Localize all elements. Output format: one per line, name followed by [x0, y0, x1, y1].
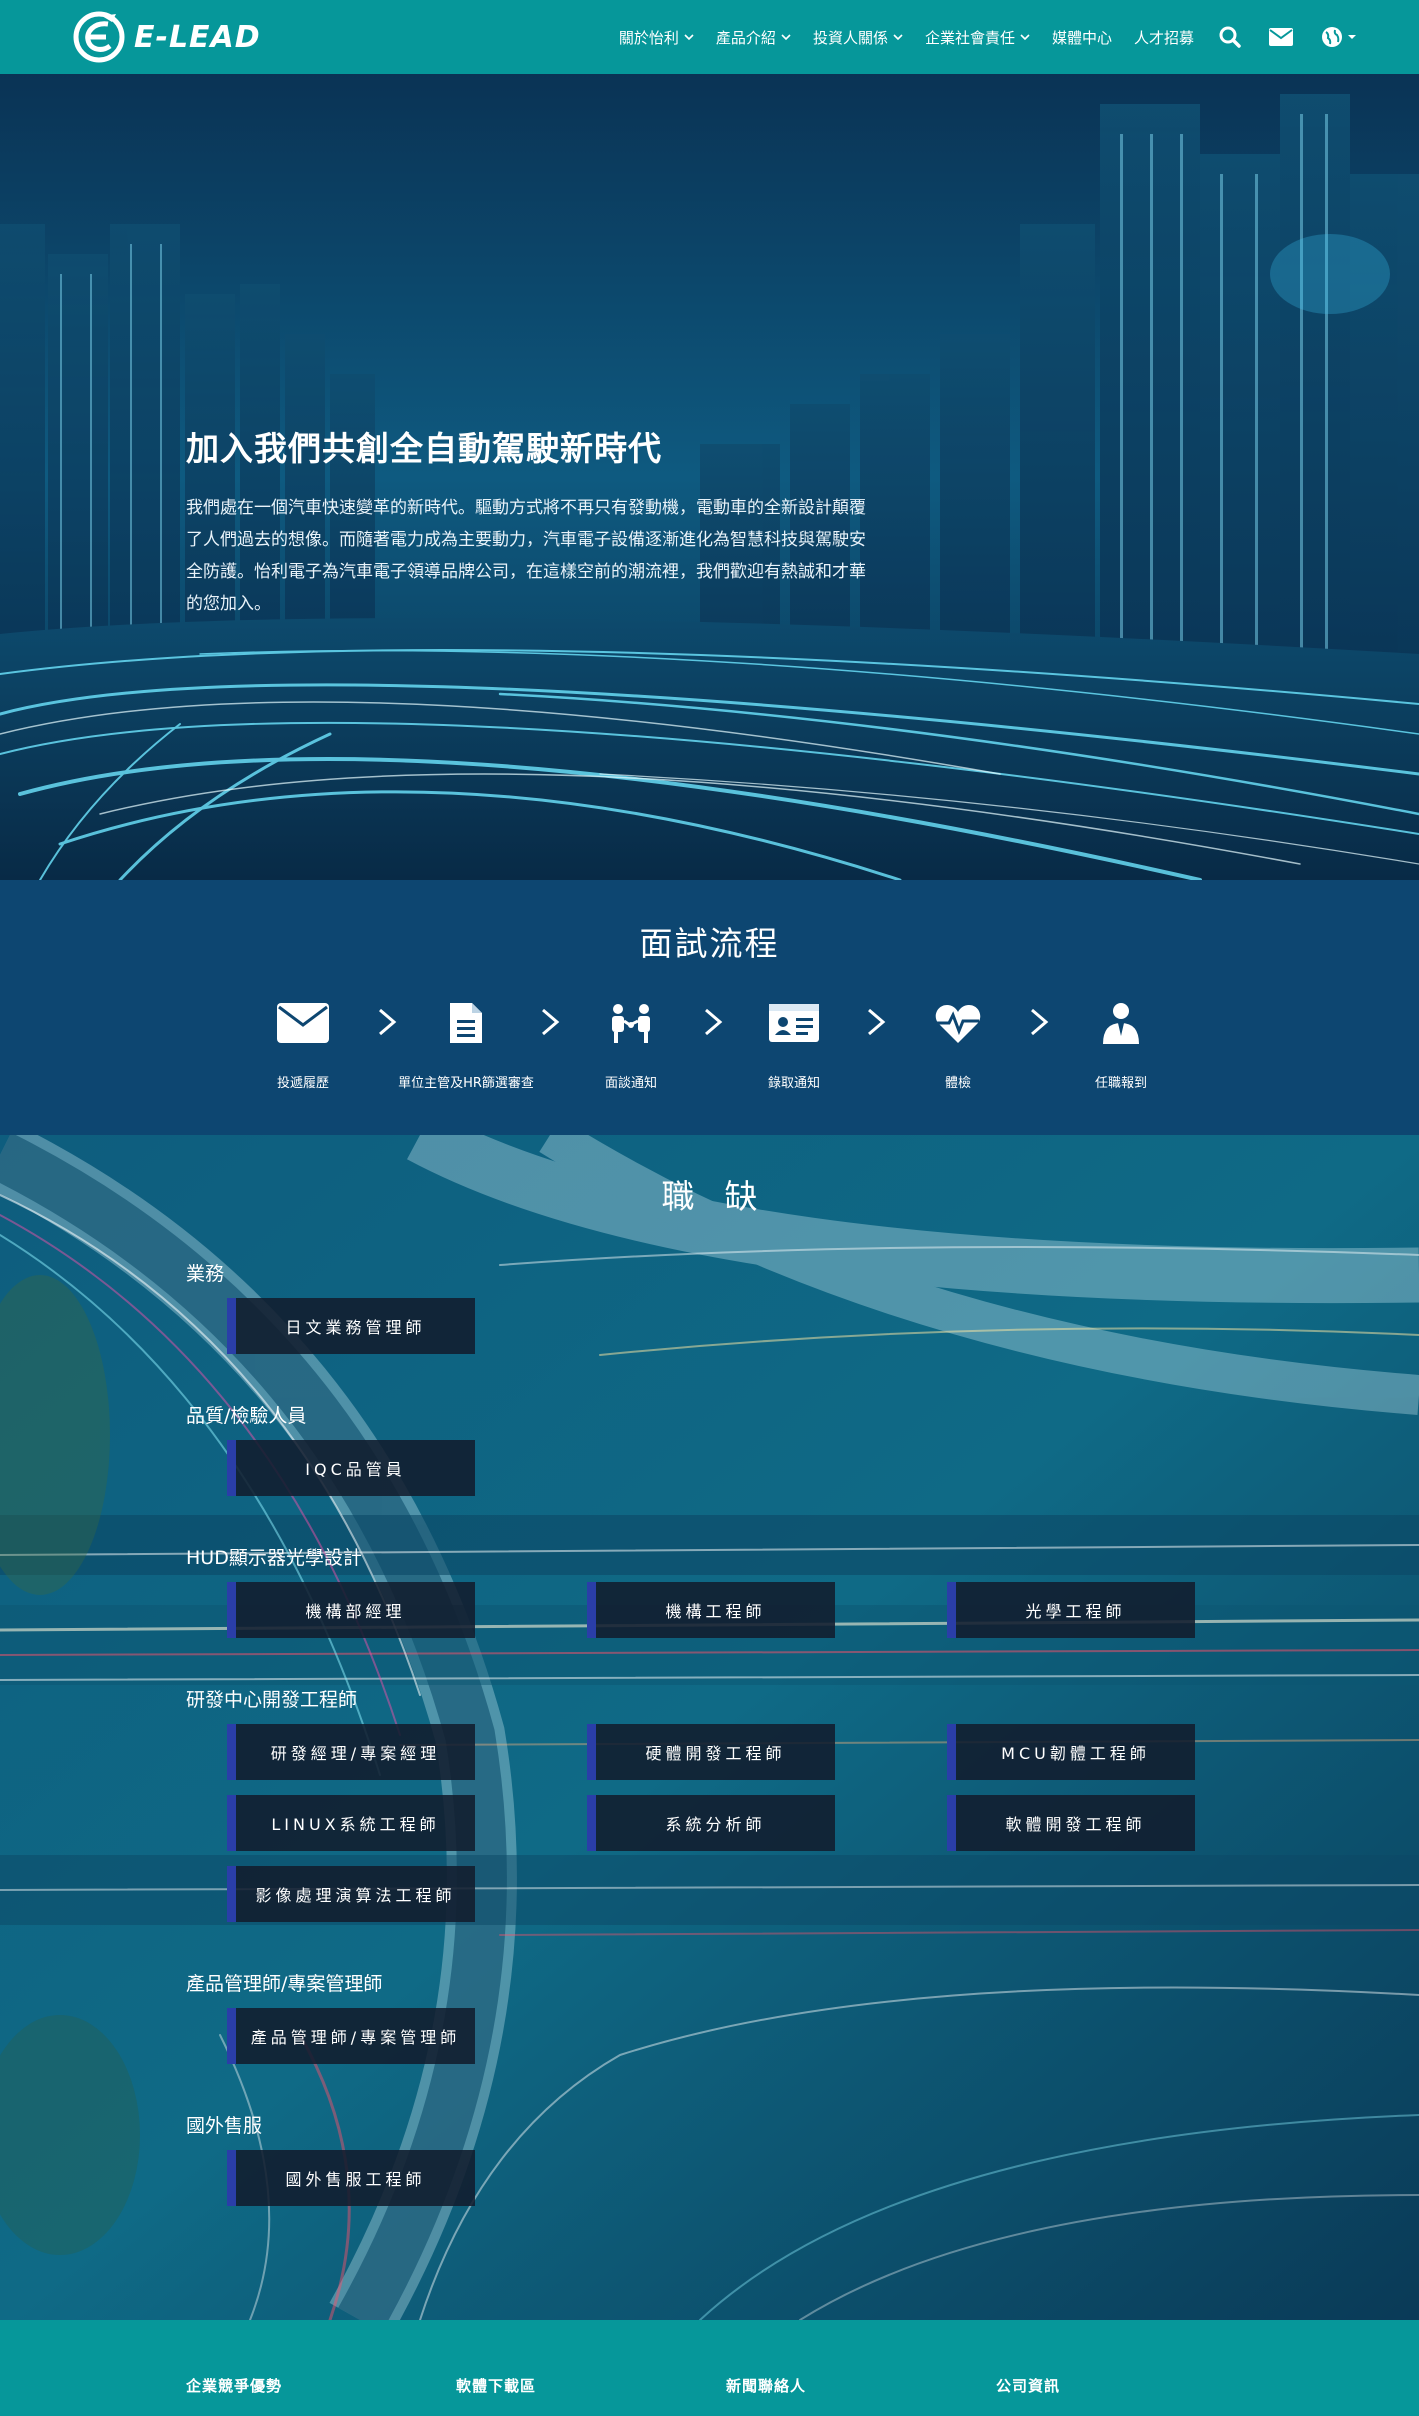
job-button[interactable]: 產品管理師/專案管理師: [227, 2008, 475, 2064]
menu-item-label: 人才招募: [1133, 28, 1194, 47]
section-title: 職缺: [661, 1177, 788, 1216]
employee-icon: [1103, 1003, 1139, 1044]
job-button[interactable]: 系統分析師: [587, 1795, 835, 1851]
job-button[interactable]: 機構部經理: [227, 1582, 475, 1638]
mail-button[interactable]: [1255, 27, 1307, 47]
menu-item-careers[interactable]: 人才招募: [1123, 27, 1205, 48]
logo-text: E-LEAD: [134, 19, 261, 55]
chevron-down-icon: [684, 34, 694, 41]
heartbeat-icon: [935, 1005, 981, 1043]
section-title: 面試流程: [639, 924, 780, 963]
main-menu: 關於怡利 產品介紹 投資人關係 企業社會責任 媒體中心 人才招募: [608, 0, 1371, 74]
job-button[interactable]: 硬體開發工程師: [587, 1724, 835, 1780]
search-icon: [1219, 26, 1241, 48]
menu-item-media[interactable]: 媒體中心: [1041, 27, 1123, 48]
job-category: 品質/檢驗人員: [186, 1405, 307, 1427]
interview-icon: [612, 1004, 650, 1043]
logo-icon: [73, 11, 125, 63]
mail-icon: [1269, 28, 1293, 46]
job-button[interactable]: 研發經理/專案經理: [227, 1724, 475, 1780]
menu-item-label: 產品介紹: [715, 28, 776, 47]
city-highway-image: [0, 74, 1419, 880]
job-button[interactable]: IQC品管員: [227, 1440, 475, 1496]
hero-description: 我們處在一個汽車快速變革的新時代。驅動方式將不再只有發動機，電動車的全新設計顛覆…: [186, 498, 866, 614]
menu-item-investors[interactable]: 投資人關係: [802, 27, 914, 48]
document-icon: [450, 1003, 482, 1043]
hero-title: 加入我們共創全自動駕駛新時代: [186, 429, 662, 468]
process-step: 任職報到: [1021, 998, 1221, 1091]
top-navigation: E-LEAD 關於怡利 產品介紹 投資人關係 企業社會責任 媒體中心 人才招募: [0, 0, 1419, 74]
globe-icon: [1322, 27, 1342, 47]
job-button[interactable]: 影像處理演算法工程師: [227, 1866, 475, 1922]
job-button[interactable]: 國外售服工程師: [227, 2150, 475, 2206]
job-category: 產品管理師/專案管理師: [186, 1973, 383, 1995]
menu-item-products[interactable]: 產品介紹: [705, 27, 802, 48]
menu-item-label: 投資人關係: [812, 28, 888, 47]
menu-item-about[interactable]: 關於怡利: [608, 27, 705, 48]
logo[interactable]: E-LEAD: [72, 11, 261, 63]
footer-link-press-contact[interactable]: 新聞聯絡人: [726, 2375, 806, 2396]
search-button[interactable]: [1205, 26, 1255, 48]
hero-banner: 加入我們共創全自動駕駛新時代 我們處在一個汽車快速變革的新時代。驅動方式將不再只…: [0, 74, 1419, 880]
menu-item-csr[interactable]: 企業社會責任: [914, 27, 1041, 48]
id-card-icon: [769, 1004, 819, 1042]
step-label: 任職報到: [1094, 1076, 1147, 1091]
job-openings-section: 職缺 業務 日文業務管理師 品質/檢驗人員 IQC品管員 HUD顯示器光學設計 …: [0, 1135, 1419, 2320]
job-button[interactable]: LINUX系統工程師: [227, 1795, 475, 1851]
job-button[interactable]: MCU韌體工程師: [947, 1724, 1195, 1780]
footer-link-competitive-advantage[interactable]: 企業競爭優勢: [186, 2375, 282, 2396]
footer: 企業競爭優勢 軟體下載區 新聞聯絡人 公司資訊: [0, 2320, 1419, 2416]
menu-item-label: 媒體中心: [1051, 28, 1112, 47]
job-button[interactable]: 機構工程師: [587, 1582, 835, 1638]
language-button[interactable]: [1307, 26, 1371, 48]
job-category: 研發中心開發工程師: [186, 1689, 358, 1711]
chevron-down-icon: [893, 34, 903, 41]
menu-item-label: 關於怡利: [618, 28, 679, 47]
job-button[interactable]: 日文業務管理師: [227, 1298, 475, 1354]
job-category: HUD顯示器光學設計: [186, 1547, 362, 1569]
footer-link-company-info[interactable]: 公司資訊: [996, 2375, 1060, 2396]
interview-process-section: 面試流程 投遞履歷 單位主管及HR篩選審查 面談通知 錄取通知 體檢 任職報到: [0, 880, 1419, 1135]
footer-link-software-download[interactable]: 軟體下載區: [456, 2375, 536, 2396]
job-button[interactable]: 軟體開發工程師: [947, 1795, 1195, 1851]
chevron-down-icon: [1020, 34, 1030, 41]
menu-item-label: 企業社會責任: [924, 28, 1015, 47]
job-category: 業務: [186, 1263, 225, 1285]
chevron-down-icon: [781, 34, 791, 41]
job-button[interactable]: 光學工程師: [947, 1582, 1195, 1638]
job-category: 國外售服: [186, 2115, 263, 2137]
chevron-down-icon: [1348, 35, 1356, 39]
envelope-icon: [277, 1003, 329, 1043]
